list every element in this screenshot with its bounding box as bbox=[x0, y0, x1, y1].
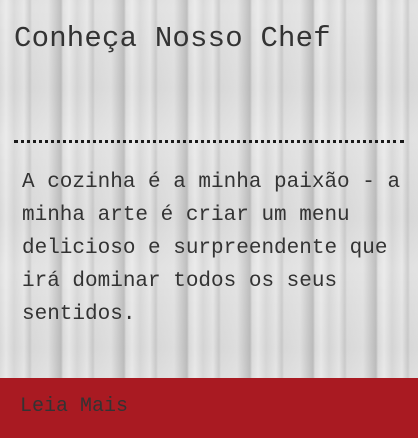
card-footer: Leia Mais bbox=[0, 378, 418, 438]
dotted-divider bbox=[14, 140, 404, 143]
read-more-link[interactable]: Leia Mais bbox=[20, 395, 128, 418]
card-title: Conheça Nosso Chef bbox=[14, 22, 331, 55]
chef-card: Conheça Nosso Chef A cozinha é a minha p… bbox=[0, 0, 418, 438]
chef-description: A cozinha é a minha paixão - a minha art… bbox=[22, 171, 401, 326]
